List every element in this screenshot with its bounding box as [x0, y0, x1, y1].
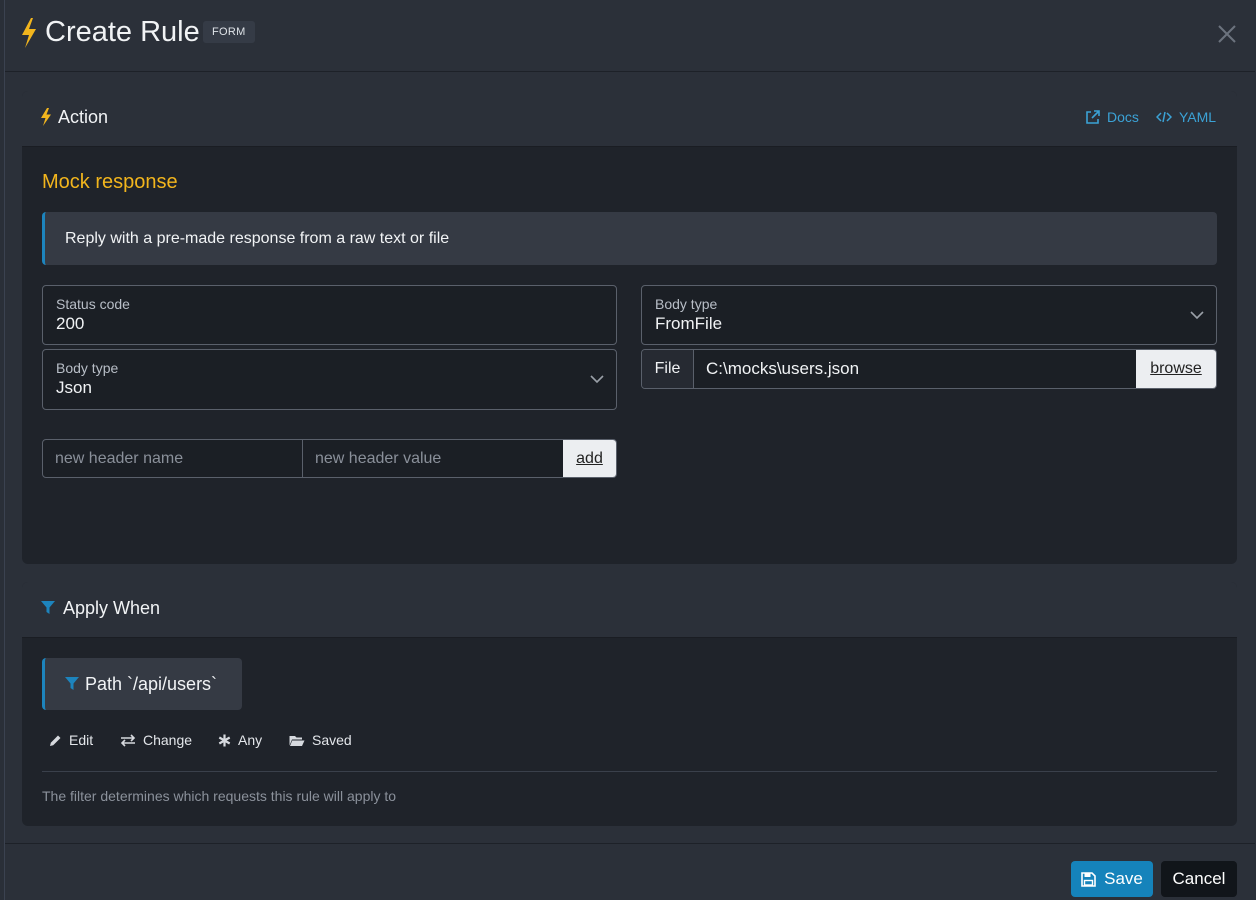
save-icon	[1081, 871, 1096, 887]
header-name-input[interactable]	[43, 440, 303, 477]
path-filter-chip[interactable]: Path `/api/users`	[42, 658, 242, 710]
file-path-input[interactable]: C:\mocks\users.json	[706, 350, 859, 388]
body-type-select-right[interactable]: Body type FromFile	[641, 285, 1217, 345]
cancel-button[interactable]: Cancel	[1161, 861, 1237, 897]
divider	[42, 771, 1217, 772]
header-value-input[interactable]	[303, 440, 564, 477]
path-filter-label: Path `/api/users`	[85, 674, 218, 694]
modal-header: Create Rule FORM	[5, 0, 1255, 72]
body-type-select-left[interactable]: Body type Json	[42, 349, 617, 410]
status-code-value: 200	[56, 314, 85, 333]
new-header-group: add	[42, 439, 617, 478]
exchange-icon	[120, 733, 136, 747]
external-link-icon	[1086, 109, 1100, 124]
body-type-label: Body type	[655, 296, 718, 312]
mock-response-title: Mock response	[42, 171, 178, 193]
create-rule-modal: Create Rule FORM Action Docs YAML Mock r…	[4, 0, 1255, 900]
folder-open-icon	[289, 735, 305, 746]
filter-icon	[41, 601, 55, 614]
save-label: Save	[1104, 869, 1143, 888]
any-button[interactable]: Any	[218, 732, 262, 748]
page-title: Create Rule	[45, 16, 200, 48]
footer-divider	[5, 843, 1255, 844]
body-type-label: Body type	[56, 360, 119, 376]
apply-when-title: Apply When	[63, 598, 161, 618]
apply-when-card: Apply When Path `/api/users` Edit Change	[22, 582, 1237, 826]
action-card-body: Mock response Reply with a pre-made resp…	[22, 147, 1237, 564]
edit-button[interactable]: Edit	[49, 732, 93, 748]
any-label: Any	[238, 732, 263, 748]
docs-link[interactable]: Docs	[1085, 109, 1139, 125]
save-button[interactable]: Save	[1071, 861, 1153, 897]
edit-label: Edit	[69, 732, 94, 748]
file-label: File	[642, 350, 694, 388]
filter-icon	[65, 677, 79, 690]
code-icon	[1156, 111, 1172, 123]
filter-help-text: The filter determines which requests thi…	[42, 788, 397, 804]
yaml-link[interactable]: YAML	[1156, 109, 1216, 125]
file-input-group: File C:\mocks\users.json browse	[641, 349, 1217, 389]
info-box: Reply with a pre-made response from a ra…	[42, 212, 1217, 265]
bolt-icon	[41, 108, 51, 126]
browse-button[interactable]: browse	[1136, 350, 1216, 388]
body-type-value: Json	[56, 378, 92, 397]
close-icon[interactable]	[1215, 22, 1239, 46]
status-code-label: Status code	[56, 296, 130, 312]
yaml-label: YAML	[1179, 109, 1217, 125]
action-card-title: Action	[58, 107, 109, 127]
action-card: Action Docs YAML Mock response Reply wit…	[22, 91, 1237, 564]
bolt-icon	[22, 18, 36, 48]
docs-label: Docs	[1107, 109, 1139, 125]
action-card-header: Action Docs YAML	[22, 91, 1237, 147]
chevron-down-icon	[590, 375, 604, 384]
saved-button[interactable]: Saved	[289, 732, 352, 748]
chevron-down-icon	[1190, 311, 1204, 320]
apply-when-header: Apply When	[22, 582, 1237, 638]
form-badge: FORM	[203, 21, 255, 43]
apply-when-body: Path `/api/users` Edit Change Any Saved …	[22, 638, 1237, 826]
asterisk-icon	[218, 734, 231, 746]
pencil-icon	[50, 735, 61, 746]
body-type-value: FromFile	[655, 314, 723, 333]
status-code-field[interactable]: Status code 200	[42, 285, 617, 345]
change-button[interactable]: Change	[120, 732, 192, 748]
saved-label: Saved	[312, 732, 352, 748]
change-label: Change	[143, 732, 193, 748]
add-header-button[interactable]: add	[563, 440, 616, 477]
